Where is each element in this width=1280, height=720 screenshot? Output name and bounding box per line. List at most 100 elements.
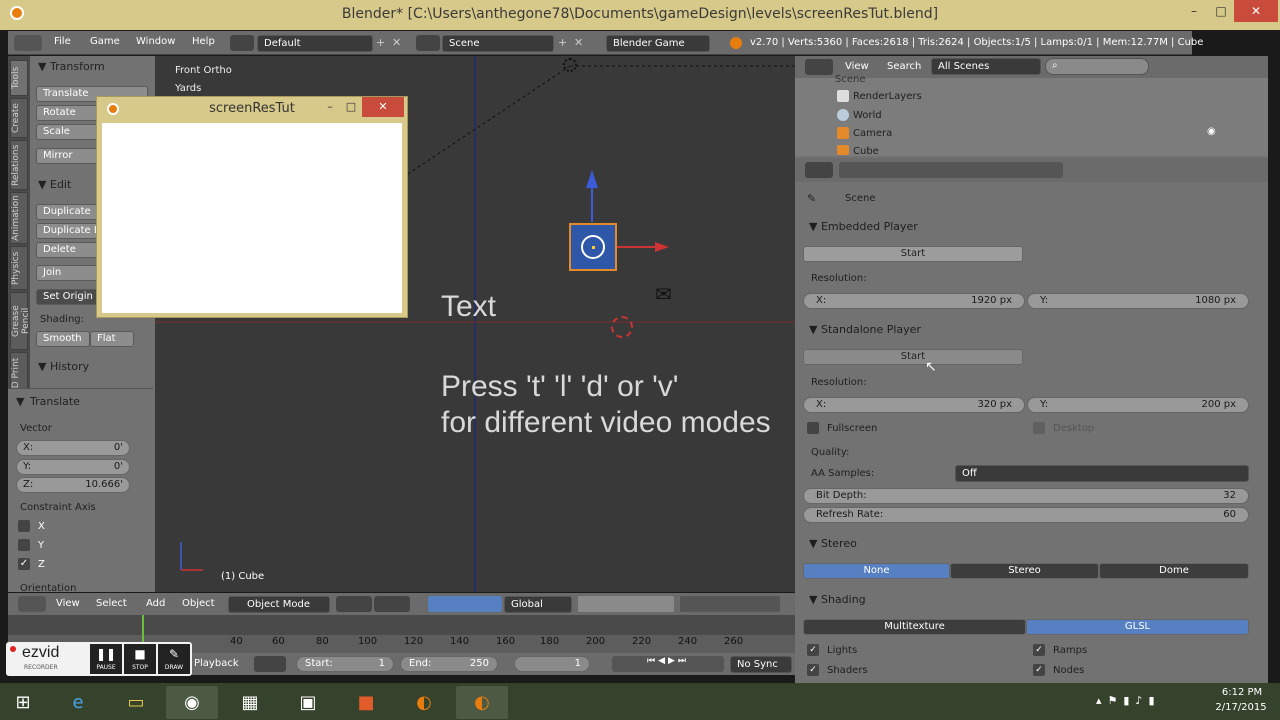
layers-icon[interactable] [578, 596, 674, 612]
embedded-x-field[interactable]: X: 1920 px [803, 293, 1025, 309]
clock-time[interactable]: 6:12 PM [1214, 687, 1270, 698]
ie-icon[interactable]: e [52, 686, 104, 719]
player-close-button[interactable]: ✕ [362, 97, 404, 117]
monitor-app-icon[interactable]: ▣ [282, 686, 334, 719]
layout-add-icon[interactable]: + [376, 36, 388, 50]
manipulator-icons[interactable] [428, 596, 502, 612]
standalone-start-button[interactable]: Start [803, 349, 1023, 365]
lights-checkbox[interactable]: ✓ [807, 644, 819, 656]
outliner-filter-select[interactable]: All Scenes [931, 58, 1041, 75]
tab-relations[interactable]: Relations [10, 140, 28, 190]
3d-cursor-icon[interactable] [611, 316, 633, 338]
add-menu[interactable]: Add [146, 598, 165, 609]
aa-samples-select[interactable]: Off [955, 465, 1249, 482]
office-icon[interactable]: ■ [340, 686, 392, 719]
outliner-cube-item[interactable]: Cube [853, 146, 879, 156]
player-minimize-button[interactable]: – [319, 97, 341, 117]
menu-window[interactable]: Window [136, 36, 175, 47]
refresh-rate-field[interactable]: Refresh Rate: 60 [803, 507, 1249, 523]
view-menu[interactable]: View [56, 598, 80, 609]
select-menu[interactable]: Select [96, 598, 127, 609]
menu-game[interactable]: Game [90, 36, 120, 47]
text-object[interactable]: Text [441, 290, 496, 324]
outliner-world-item[interactable]: World [853, 110, 882, 121]
standalone-x-field[interactable]: X: 320 px [803, 397, 1025, 413]
scene-field[interactable]: Scene [442, 35, 554, 52]
windows-start-icon[interactable]: ⊞ [0, 686, 46, 719]
mode-select[interactable]: Object Mode [228, 596, 330, 613]
close-button[interactable]: ✕ [1234, 0, 1278, 22]
flat-button[interactable]: Flat [90, 331, 134, 347]
glsl-button[interactable]: GLSL [1026, 619, 1249, 635]
tab-create[interactable]: Create [10, 98, 28, 138]
game-player-window[interactable]: screenResTut – □ ✕ [96, 96, 408, 318]
maximize-button[interactable]: □ [1208, 0, 1234, 22]
scene-remove-icon[interactable]: ✕ [574, 36, 586, 49]
bit-depth-field[interactable]: Bit Depth: 32 [803, 488, 1249, 504]
calculator-icon[interactable]: ▦ [224, 686, 276, 719]
tab-tools[interactable]: Tools [10, 60, 28, 96]
pin-icon[interactable]: ✎ [807, 192, 816, 205]
embedded-start-button[interactable]: Start [803, 246, 1023, 262]
viewport-editor-icon[interactable] [18, 596, 46, 612]
transform-panel-header[interactable]: ▼ Transform [30, 58, 155, 76]
end-frame-field[interactable]: End: 250 [400, 656, 498, 672]
context-tabs[interactable] [839, 162, 1063, 178]
vector-y-field[interactable]: Y: 0' [16, 459, 130, 475]
outliner-search-menu[interactable]: Search [887, 61, 921, 72]
playback-controls[interactable]: ⏮◀▶⏭ [612, 656, 724, 672]
stereo-header[interactable]: ▼ Stereo [809, 537, 857, 550]
constraint-y-checkbox[interactable] [18, 539, 30, 551]
eye-icon[interactable]: ◉ [1207, 126, 1216, 137]
scene-add-icon[interactable]: + [558, 36, 570, 49]
menu-help[interactable]: Help [192, 36, 215, 47]
history-panel-header[interactable]: ▼ History [30, 358, 155, 376]
constraint-z-checkbox[interactable]: ✓ [18, 558, 30, 570]
nodes-checkbox[interactable]: ✓ [1033, 664, 1045, 676]
layout-field[interactable]: Default [257, 35, 373, 52]
lamp-icon[interactable] [563, 58, 577, 72]
pivot-icon[interactable] [374, 596, 410, 612]
stereo-stereo-button[interactable]: Stereo [950, 563, 1099, 579]
clock-date[interactable]: 2/17/2015 [1210, 702, 1272, 713]
blender-task-icon[interactable]: ◐ [398, 686, 450, 719]
embedded-y-field[interactable]: Y: 1080 px [1027, 293, 1249, 309]
file-explorer-icon[interactable]: ▭ [110, 686, 162, 719]
standalone-y-field[interactable]: Y: 200 px [1027, 397, 1249, 413]
desktop-checkbox[interactable] [1033, 422, 1045, 434]
editor-type-icon[interactable] [14, 35, 42, 51]
embedded-player-header[interactable]: ▼ Embedded Player [809, 220, 918, 233]
tab-grease-pencil[interactable]: Grease Pencil [10, 292, 31, 350]
tab-animation[interactable]: Animation [10, 192, 28, 244]
vector-z-field[interactable]: Z: 10.666' [16, 477, 130, 493]
outliner-camera-item[interactable]: Camera [853, 128, 892, 139]
shaders-checkbox[interactable]: ✓ [807, 664, 819, 676]
smooth-button[interactable]: Smooth [36, 331, 90, 347]
stereo-none-button[interactable]: None [803, 563, 950, 579]
shading-header[interactable]: ▼ Shading [809, 593, 866, 606]
fullscreen-checkbox[interactable] [807, 422, 819, 434]
pause-button[interactable]: ❚❚ PAUSE [90, 644, 122, 674]
minimize-button[interactable]: – [1180, 0, 1208, 22]
screen-layout-icon[interactable] [230, 35, 254, 51]
orientation-select[interactable]: Global [504, 596, 572, 613]
standalone-player-header[interactable]: ▼ Standalone Player [809, 323, 921, 336]
playback-menu[interactable]: Playback [194, 658, 239, 669]
engine-select[interactable]: Blender Game [606, 35, 710, 52]
outliner-scene-item[interactable]: Scene [835, 74, 866, 85]
blender-active-task-icon[interactable]: ◐ [456, 686, 508, 719]
ramps-checkbox[interactable]: ✓ [1033, 644, 1045, 656]
camera-icon[interactable]: ✉ [655, 282, 672, 306]
sync-select[interactable]: No Sync [730, 656, 792, 673]
multitexture-button[interactable]: Multitexture [803, 619, 1026, 635]
draw-button[interactable]: ✎ DRAW [158, 644, 190, 674]
tray-icons[interactable]: ▴⚑▮♪▮ [1096, 694, 1161, 707]
stereo-dome-button[interactable]: Dome [1099, 563, 1249, 579]
snap-icons[interactable] [680, 596, 780, 612]
layout-remove-icon[interactable]: ✕ [392, 36, 404, 50]
scene-icon[interactable] [416, 35, 440, 51]
translate-op-header[interactable]: ▼ Translate [8, 393, 148, 411]
outliner-editor-icon[interactable] [805, 59, 833, 75]
shading-mode-icon[interactable] [336, 596, 372, 612]
stop-button[interactable]: ■ STOP [124, 644, 156, 674]
